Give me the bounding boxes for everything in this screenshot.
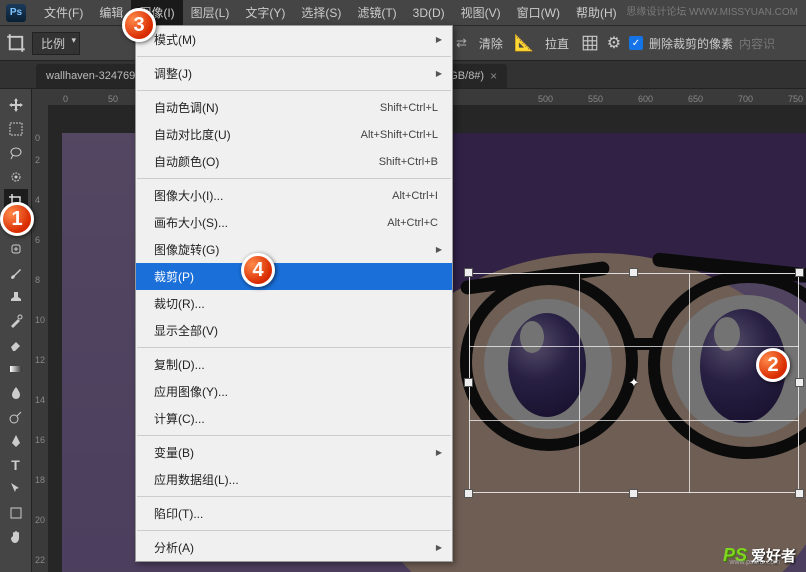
tab-close-icon[interactable]: ×: [490, 69, 497, 83]
crop-handle-l[interactable]: [464, 378, 473, 387]
menu-rotate[interactable]: 图像旋转(G): [136, 236, 452, 263]
menu-calculations[interactable]: 计算(C)...: [136, 405, 452, 432]
marquee-tool[interactable]: [4, 117, 28, 140]
menu-imagesize[interactable]: 图像大小(I)...Alt+Ctrl+I: [136, 182, 452, 209]
annotation-badge-3: 3: [122, 8, 156, 42]
crop-handle-br[interactable]: [795, 489, 804, 498]
tab-filename: wallhaven-324769: [46, 70, 135, 82]
ruler-vertical: 0246810121416182022: [32, 105, 48, 572]
gear-icon[interactable]: ⚙: [605, 34, 623, 52]
menu-layer[interactable]: 图层(L): [183, 0, 238, 25]
straighten-label: 拉直: [539, 33, 575, 54]
crop-handle-tl[interactable]: [464, 268, 473, 277]
blur-tool[interactable]: [4, 381, 28, 404]
menu-autotone[interactable]: 自动色调(N)Shift+Ctrl+L: [136, 94, 452, 121]
menu-canvassize[interactable]: 画布大小(S)...Alt+Ctrl+C: [136, 209, 452, 236]
menu-filter[interactable]: 滤镜(T): [349, 0, 404, 25]
crop-handle-r[interactable]: [795, 378, 804, 387]
toolbar: T: [0, 89, 32, 572]
dodge-tool[interactable]: [4, 405, 28, 428]
crop-center-icon: ✦: [629, 375, 640, 391]
grid-icon[interactable]: [581, 34, 599, 52]
path-select-tool[interactable]: [4, 477, 28, 500]
menu-reveal[interactable]: 显示全部(V): [136, 317, 452, 344]
menu-mode[interactable]: 模式(M): [136, 26, 452, 53]
ps-logo: Ps: [6, 4, 26, 22]
menu-applyimage[interactable]: 应用图像(Y)...: [136, 378, 452, 405]
crop-tool-indicator-icon: [6, 33, 26, 53]
menu-select[interactable]: 选择(S): [293, 0, 349, 25]
delete-pixels-label: 删除裁剪的像素: [649, 35, 733, 52]
watermark-top: 思缘设计论坛 WWW.MISSYUAN.COM: [626, 3, 798, 18]
type-tool[interactable]: T: [4, 453, 28, 476]
annotation-badge-1: 1: [0, 202, 34, 236]
pen-tool[interactable]: [4, 429, 28, 452]
delete-pixels-checkbox[interactable]: ✓: [629, 36, 643, 50]
menu-autocontrast[interactable]: 自动对比度(U)Alt+Shift+Ctrl+L: [136, 121, 452, 148]
menu-datasets[interactable]: 应用数据组(L)...: [136, 466, 452, 493]
ratio-dropdown[interactable]: 比例: [32, 32, 80, 55]
annotation-badge-2: 2: [756, 348, 790, 382]
lasso-tool[interactable]: [4, 141, 28, 164]
image-menu-dropdown: 模式(M) 调整(J) 自动色调(N)Shift+Ctrl+L 自动对比度(U)…: [135, 25, 453, 562]
stamp-tool[interactable]: [4, 285, 28, 308]
menu-crop[interactable]: 裁剪(P): [136, 263, 452, 290]
menu-trim[interactable]: 裁切(R)...: [136, 290, 452, 317]
history-brush-tool[interactable]: [4, 309, 28, 332]
heal-tool[interactable]: [4, 237, 28, 260]
hand-tool[interactable]: [4, 525, 28, 548]
shape-tool[interactable]: [4, 501, 28, 524]
move-tool[interactable]: [4, 93, 28, 116]
straighten-icon[interactable]: 📐: [515, 34, 533, 52]
menu-file[interactable]: 文件(F): [36, 0, 91, 25]
menu-autocolor[interactable]: 自动颜色(O)Shift+Ctrl+B: [136, 148, 452, 175]
crop-handle-tr[interactable]: [795, 268, 804, 277]
menu-type[interactable]: 文字(Y): [237, 0, 293, 25]
eraser-tool[interactable]: [4, 333, 28, 356]
watermark-bottom: PS爱好者 www.psahz.com: [723, 545, 796, 566]
annotation-badge-4: 4: [241, 253, 275, 287]
menu-view[interactable]: 视图(V): [453, 0, 509, 25]
gradient-tool[interactable]: [4, 357, 28, 380]
menu-variables[interactable]: 变量(B): [136, 439, 452, 466]
clear-button[interactable]: 清除: [473, 33, 509, 54]
crop-handle-t[interactable]: [629, 268, 638, 277]
menu-3d[interactable]: 3D(D): [405, 2, 453, 24]
menu-trap[interactable]: 陷印(T)...: [136, 500, 452, 527]
brush-tool[interactable]: [4, 261, 28, 284]
menu-analysis[interactable]: 分析(A): [136, 534, 452, 561]
menu-duplicate[interactable]: 复制(D)...: [136, 351, 452, 378]
quick-select-tool[interactable]: [4, 165, 28, 188]
menu-window[interactable]: 窗口(W): [509, 0, 568, 25]
content-aware-label: 内容识: [739, 35, 775, 52]
ruler-corner: [32, 89, 48, 105]
swap-icon[interactable]: ⇄: [456, 35, 467, 51]
menu-adjustments[interactable]: 调整(J): [136, 60, 452, 87]
crop-selection[interactable]: ✦: [469, 273, 799, 493]
crop-handle-b[interactable]: [629, 489, 638, 498]
crop-handle-bl[interactable]: [464, 489, 473, 498]
menu-help[interactable]: 帮助(H): [568, 0, 625, 25]
